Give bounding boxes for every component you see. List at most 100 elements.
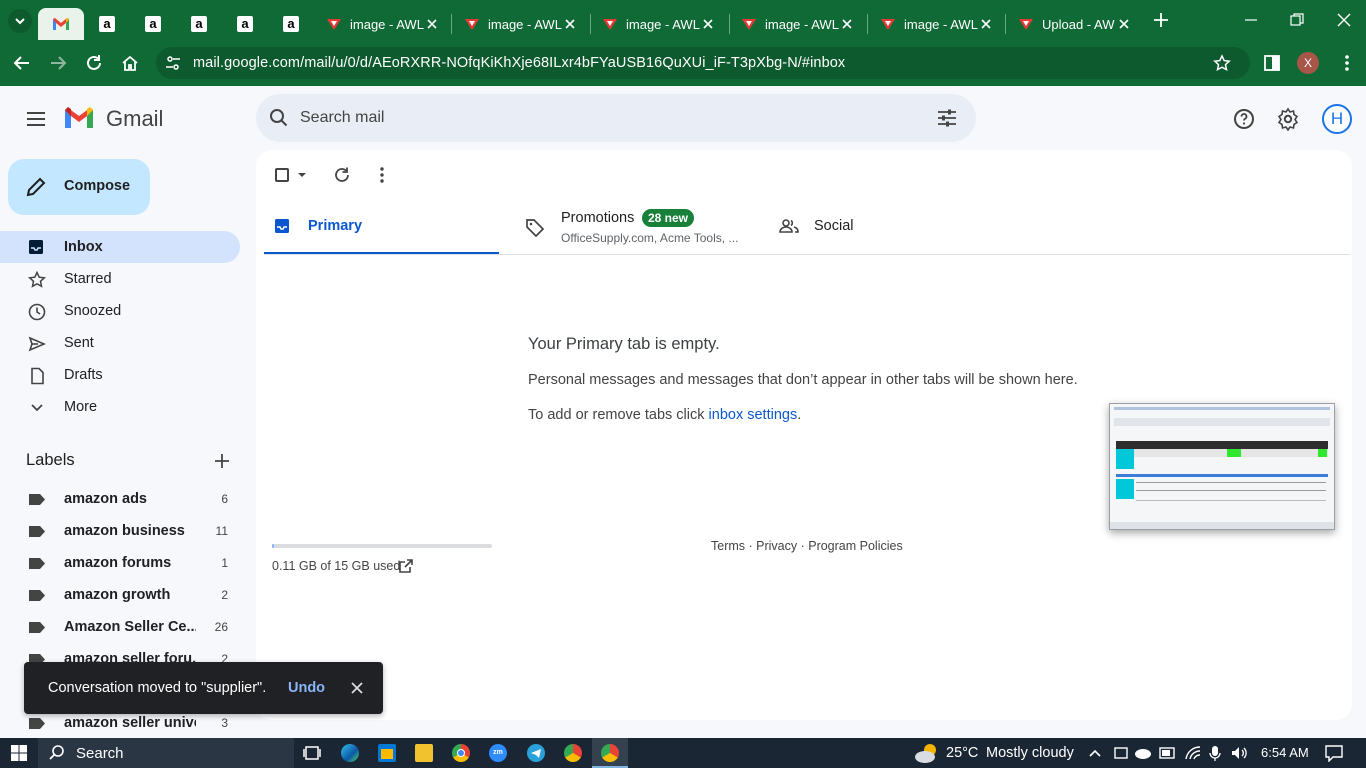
tab-upload-aw[interactable]: Upload - AW xyxy=(1006,8,1144,40)
telegram-icon[interactable] xyxy=(527,744,545,762)
active-app-highlight[interactable] xyxy=(592,738,628,768)
amazon-favicon-icon: a xyxy=(145,16,161,32)
tab-amazon-4[interactable]: a xyxy=(222,8,268,40)
tab-search-button[interactable] xyxy=(8,9,32,33)
search-options-icon[interactable] xyxy=(936,107,958,129)
tab-gmail[interactable] xyxy=(38,8,84,40)
meet-now-icon[interactable] xyxy=(1113,745,1129,761)
clock-time[interactable]: 6:54 AM xyxy=(1261,745,1309,760)
back-icon[interactable] xyxy=(12,53,32,73)
select-all-checkbox[interactable] xyxy=(275,168,289,182)
close-tab-icon[interactable] xyxy=(424,16,440,32)
minimize-icon[interactable] xyxy=(1241,10,1261,30)
wifi-icon[interactable] xyxy=(1184,745,1202,761)
tab-image-awl-2[interactable]: image - AWL xyxy=(452,8,590,40)
browser-profile-avatar[interactable]: X xyxy=(1297,52,1319,74)
bookmark-star-icon[interactable] xyxy=(1213,54,1231,72)
chevron-up-icon[interactable] xyxy=(1088,746,1102,760)
settings-line-suffix: . xyxy=(797,407,802,423)
tab-social-label: Social xyxy=(814,218,854,234)
taskbar-search-box[interactable]: Search xyxy=(38,738,294,768)
weather-condition[interactable]: Mostly cloudy xyxy=(986,745,1074,761)
new-tab-icon[interactable] xyxy=(1151,10,1171,30)
forward-icon[interactable] xyxy=(48,53,68,73)
label-item[interactable]: Amazon Seller Ce... 26 xyxy=(0,611,240,643)
close-tab-icon[interactable] xyxy=(700,16,716,32)
close-tab-icon[interactable] xyxy=(839,16,855,32)
sidebar-item-sent[interactable]: Sent xyxy=(0,327,240,359)
label-item[interactable]: amazon ads 6 xyxy=(0,483,240,515)
caret-down-icon[interactable] xyxy=(297,170,307,180)
zoom-icon[interactable]: zm xyxy=(489,744,507,762)
tab-amazon-2[interactable]: a xyxy=(130,8,176,40)
chrome-icon[interactable] xyxy=(452,744,470,762)
battery-icon[interactable] xyxy=(1159,747,1177,759)
close-tab-icon[interactable] xyxy=(562,16,578,32)
tab-amazon-1[interactable]: a xyxy=(84,8,130,40)
refresh-icon[interactable] xyxy=(333,166,351,184)
search-input[interactable]: Search mail xyxy=(300,109,384,127)
file-explorer-icon[interactable] xyxy=(415,744,433,762)
sidebar-item-inbox[interactable]: Inbox xyxy=(0,231,240,263)
sidebar-item-starred[interactable]: Starred xyxy=(0,263,240,295)
close-toast-icon[interactable] xyxy=(350,681,364,695)
label-item[interactable]: amazon business 11 xyxy=(0,515,240,547)
side-panel-icon[interactable] xyxy=(1262,53,1282,73)
terms-link[interactable]: Terms xyxy=(711,539,745,553)
add-label-icon[interactable] xyxy=(213,452,231,470)
onedrive-cloud-icon[interactable] xyxy=(1134,746,1152,760)
label-item[interactable]: amazon growth 2 xyxy=(0,579,240,611)
browser-menu-icon[interactable] xyxy=(1337,53,1357,73)
privacy-link[interactable]: Privacy xyxy=(756,539,797,553)
more-vert-icon[interactable] xyxy=(373,166,391,184)
tab-amazon-5[interactable]: a xyxy=(268,8,314,40)
tab-social[interactable]: Social xyxy=(772,198,1012,255)
sidebar-item-snoozed[interactable]: Snoozed xyxy=(0,295,240,327)
notification-icon[interactable] xyxy=(1325,744,1343,762)
task-view-icon[interactable] xyxy=(303,744,321,762)
help-icon[interactable] xyxy=(1232,107,1256,131)
microphone-icon[interactable] xyxy=(1209,745,1221,761)
program-policies-link[interactable]: Program Policies xyxy=(808,539,902,553)
restore-icon[interactable] xyxy=(1287,10,1307,30)
awl-favicon-icon xyxy=(742,19,756,30)
chrome-profile-icon[interactable] xyxy=(564,744,582,762)
tab-image-awl-5[interactable]: image - AWL xyxy=(868,8,1006,40)
tab-image-awl-1[interactable]: image - AWL xyxy=(314,8,452,40)
sidebar-item-more[interactable]: More xyxy=(0,391,240,423)
search-icon[interactable] xyxy=(268,107,290,129)
microsoft-store-icon[interactable] xyxy=(378,744,396,762)
volume-icon[interactable] xyxy=(1230,745,1248,761)
tab-image-awl-3[interactable]: image - AWL xyxy=(590,8,728,40)
inbox-settings-link[interactable]: inbox settings xyxy=(709,407,798,423)
awl-favicon-icon xyxy=(603,19,617,30)
tab-image-awl-4[interactable]: image - AWL xyxy=(729,8,867,40)
close-window-icon[interactable] xyxy=(1334,10,1354,30)
home-icon[interactable] xyxy=(120,53,140,73)
account-avatar[interactable]: H xyxy=(1322,104,1352,134)
open-in-new-icon[interactable] xyxy=(398,558,414,574)
search-bar[interactable]: Search mail xyxy=(256,94,976,142)
undo-button[interactable]: Undo xyxy=(288,680,325,696)
close-tab-icon[interactable] xyxy=(1116,16,1132,32)
site-info-icon[interactable] xyxy=(164,54,182,72)
sidebar: Compose Inbox Starred Snoozed Sent Draft… xyxy=(0,86,256,738)
tab-promotions[interactable]: Promotions 28 new OfficeSupply.com, Acme… xyxy=(520,198,760,255)
tab-amazon-3[interactable]: a xyxy=(176,8,222,40)
compose-button[interactable]: Compose xyxy=(8,159,150,215)
tabs-divider xyxy=(264,254,1350,255)
windows-start-icon[interactable] xyxy=(10,744,28,762)
tab-primary[interactable]: Primary xyxy=(264,198,499,255)
footer-links: Terms · Privacy · Program Policies xyxy=(711,539,903,553)
sidebar-item-drafts[interactable]: Drafts xyxy=(0,359,240,391)
address-bar[interactable]: mail.google.com/mail/u/0/d/AEoRXRR-NOfqK… xyxy=(156,47,1250,79)
weather-temperature[interactable]: 25°C xyxy=(946,745,978,761)
reload-icon[interactable] xyxy=(84,53,104,73)
screenshot-thumbnail[interactable] xyxy=(1109,403,1335,530)
label-item[interactable]: amazon forums 1 xyxy=(0,547,240,579)
close-tab-icon[interactable] xyxy=(978,16,994,32)
edge-browser-icon[interactable] xyxy=(341,744,359,762)
label-tag-icon xyxy=(29,558,45,569)
settings-gear-icon[interactable] xyxy=(1276,107,1300,131)
label-name: amazon ads xyxy=(64,491,147,507)
